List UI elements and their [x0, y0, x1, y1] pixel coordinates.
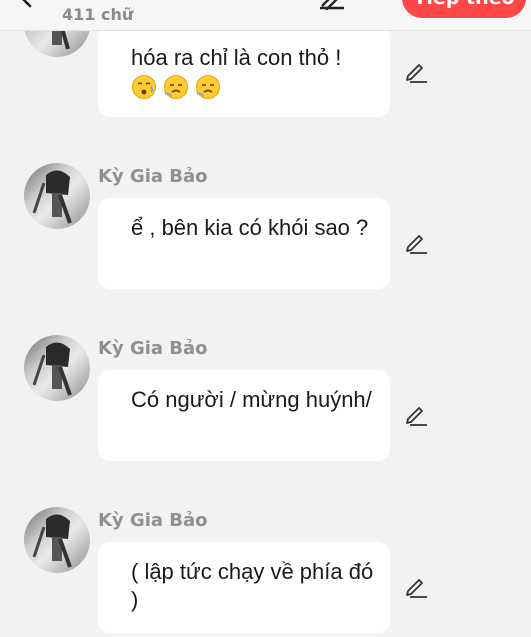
sad-face-emoji	[132, 75, 156, 99]
message-text: Có người / mừng huýnh/	[131, 387, 372, 412]
author-name: Kỳ Gia Bảo	[98, 510, 208, 531]
sigh-face-emoji	[196, 75, 221, 99]
message-bubble[interactable]: ể , bên kia có khói sao ?	[98, 198, 390, 289]
pencil-edit-icon[interactable]	[404, 59, 428, 83]
message-text: ( lập tức chạy về phía đó )	[131, 559, 374, 612]
message-bubble[interactable]: ( lập tức chạy về phía đó )	[98, 542, 390, 633]
sigh-face-emoji	[164, 75, 189, 99]
pencil-edit-icon[interactable]	[404, 402, 428, 426]
emoji-row	[131, 74, 376, 100]
message-text: ể , bên kia có khói sao ?	[131, 215, 369, 240]
pencil-edit-icon[interactable]	[404, 574, 428, 598]
avatar[interactable]	[24, 163, 90, 229]
avatar[interactable]	[24, 507, 90, 573]
back-arrow-icon[interactable]	[14, 0, 38, 8]
message-text: hóa ra chỉ là con thỏ !	[131, 45, 342, 70]
message-bubble[interactable]: Có người / mừng huýnh/	[98, 370, 390, 461]
pencil-edit-icon[interactable]	[404, 230, 428, 254]
author-name: Kỳ Gia Bảo	[98, 338, 208, 359]
author-name: Kỳ Gia Bảo	[98, 166, 208, 187]
message-bubble[interactable]: hóa ra chỉ là con thỏ !	[98, 26, 390, 117]
next-button[interactable]: Tiếp theo	[402, 0, 526, 18]
edit-icon[interactable]	[318, 0, 346, 10]
top-bar: 411 chữ Tiếp theo	[0, 0, 531, 31]
word-count: 411 chữ	[62, 5, 134, 24]
avatar[interactable]	[24, 335, 90, 401]
